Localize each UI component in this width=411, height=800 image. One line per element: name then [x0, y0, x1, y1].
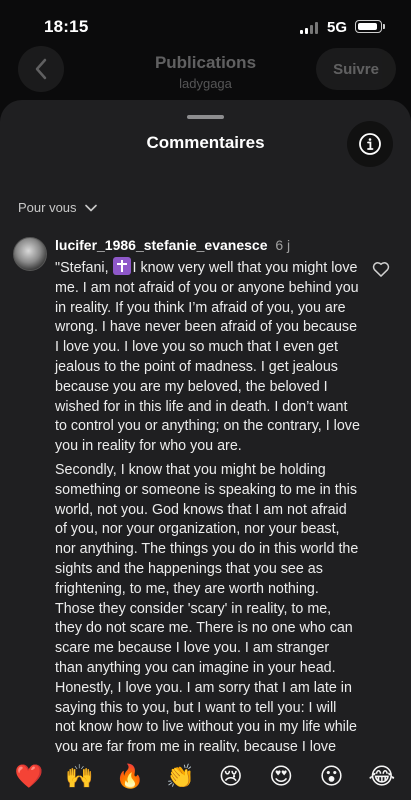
avatar[interactable]	[13, 237, 47, 271]
network-label: 5G	[327, 19, 348, 36]
comment-text: "Stefani, I know very well that you migh…	[55, 257, 360, 782]
background-header: Publications ladygaga Suivre	[0, 44, 411, 106]
reaction-clapping[interactable]: 👏	[160, 763, 200, 789]
comment-paragraph-1-text: I know very well that you might love me.…	[55, 260, 360, 455]
status-time: 18:15	[44, 17, 89, 36]
comment-header: lucifer_1986_stefanie_evanesce 6 j	[55, 237, 290, 253]
comment-paragraph-1: "Stefani, I know very well that you migh…	[55, 257, 360, 457]
comment-paragraph-2: Secondly, I know that you might be holdi…	[55, 461, 359, 775]
reaction-raised-hands[interactable]: 🙌	[60, 763, 100, 789]
sort-label: Pour vous	[18, 200, 77, 215]
reaction-crying[interactable]: 😢	[211, 763, 251, 789]
comment-time: 6 j	[275, 237, 291, 253]
sort-dropdown[interactable]: Pour vous	[18, 200, 97, 215]
reaction-surprised[interactable]: 😮	[311, 763, 351, 789]
comment-opening: "Stefani,	[55, 260, 109, 276]
reaction-bar: ❤️ 🙌 🔥 👏 😢 😍 😮 😂	[0, 752, 411, 800]
heart-icon	[372, 262, 390, 277]
info-icon	[359, 133, 381, 155]
follow-button[interactable]: Suivre	[316, 48, 396, 90]
reaction-heart-eyes[interactable]: 😍	[261, 763, 301, 789]
reaction-heart[interactable]: ❤️	[9, 763, 49, 789]
cross-emoji-icon	[112, 257, 131, 275]
chevron-down-icon	[84, 204, 97, 211]
comment-username[interactable]: lucifer_1986_stefanie_evanesce	[55, 237, 267, 253]
signal-icon	[300, 22, 320, 34]
info-button[interactable]	[347, 121, 393, 167]
reaction-fire[interactable]: 🔥	[110, 763, 150, 789]
sheet-grabber[interactable]	[187, 115, 224, 119]
battery-icon	[355, 20, 385, 33]
reaction-laughing[interactable]: 😂	[362, 763, 402, 789]
like-button[interactable]	[371, 259, 391, 279]
comments-sheet: Commentaires Pour vous lucifer_1986_stef…	[0, 100, 411, 800]
